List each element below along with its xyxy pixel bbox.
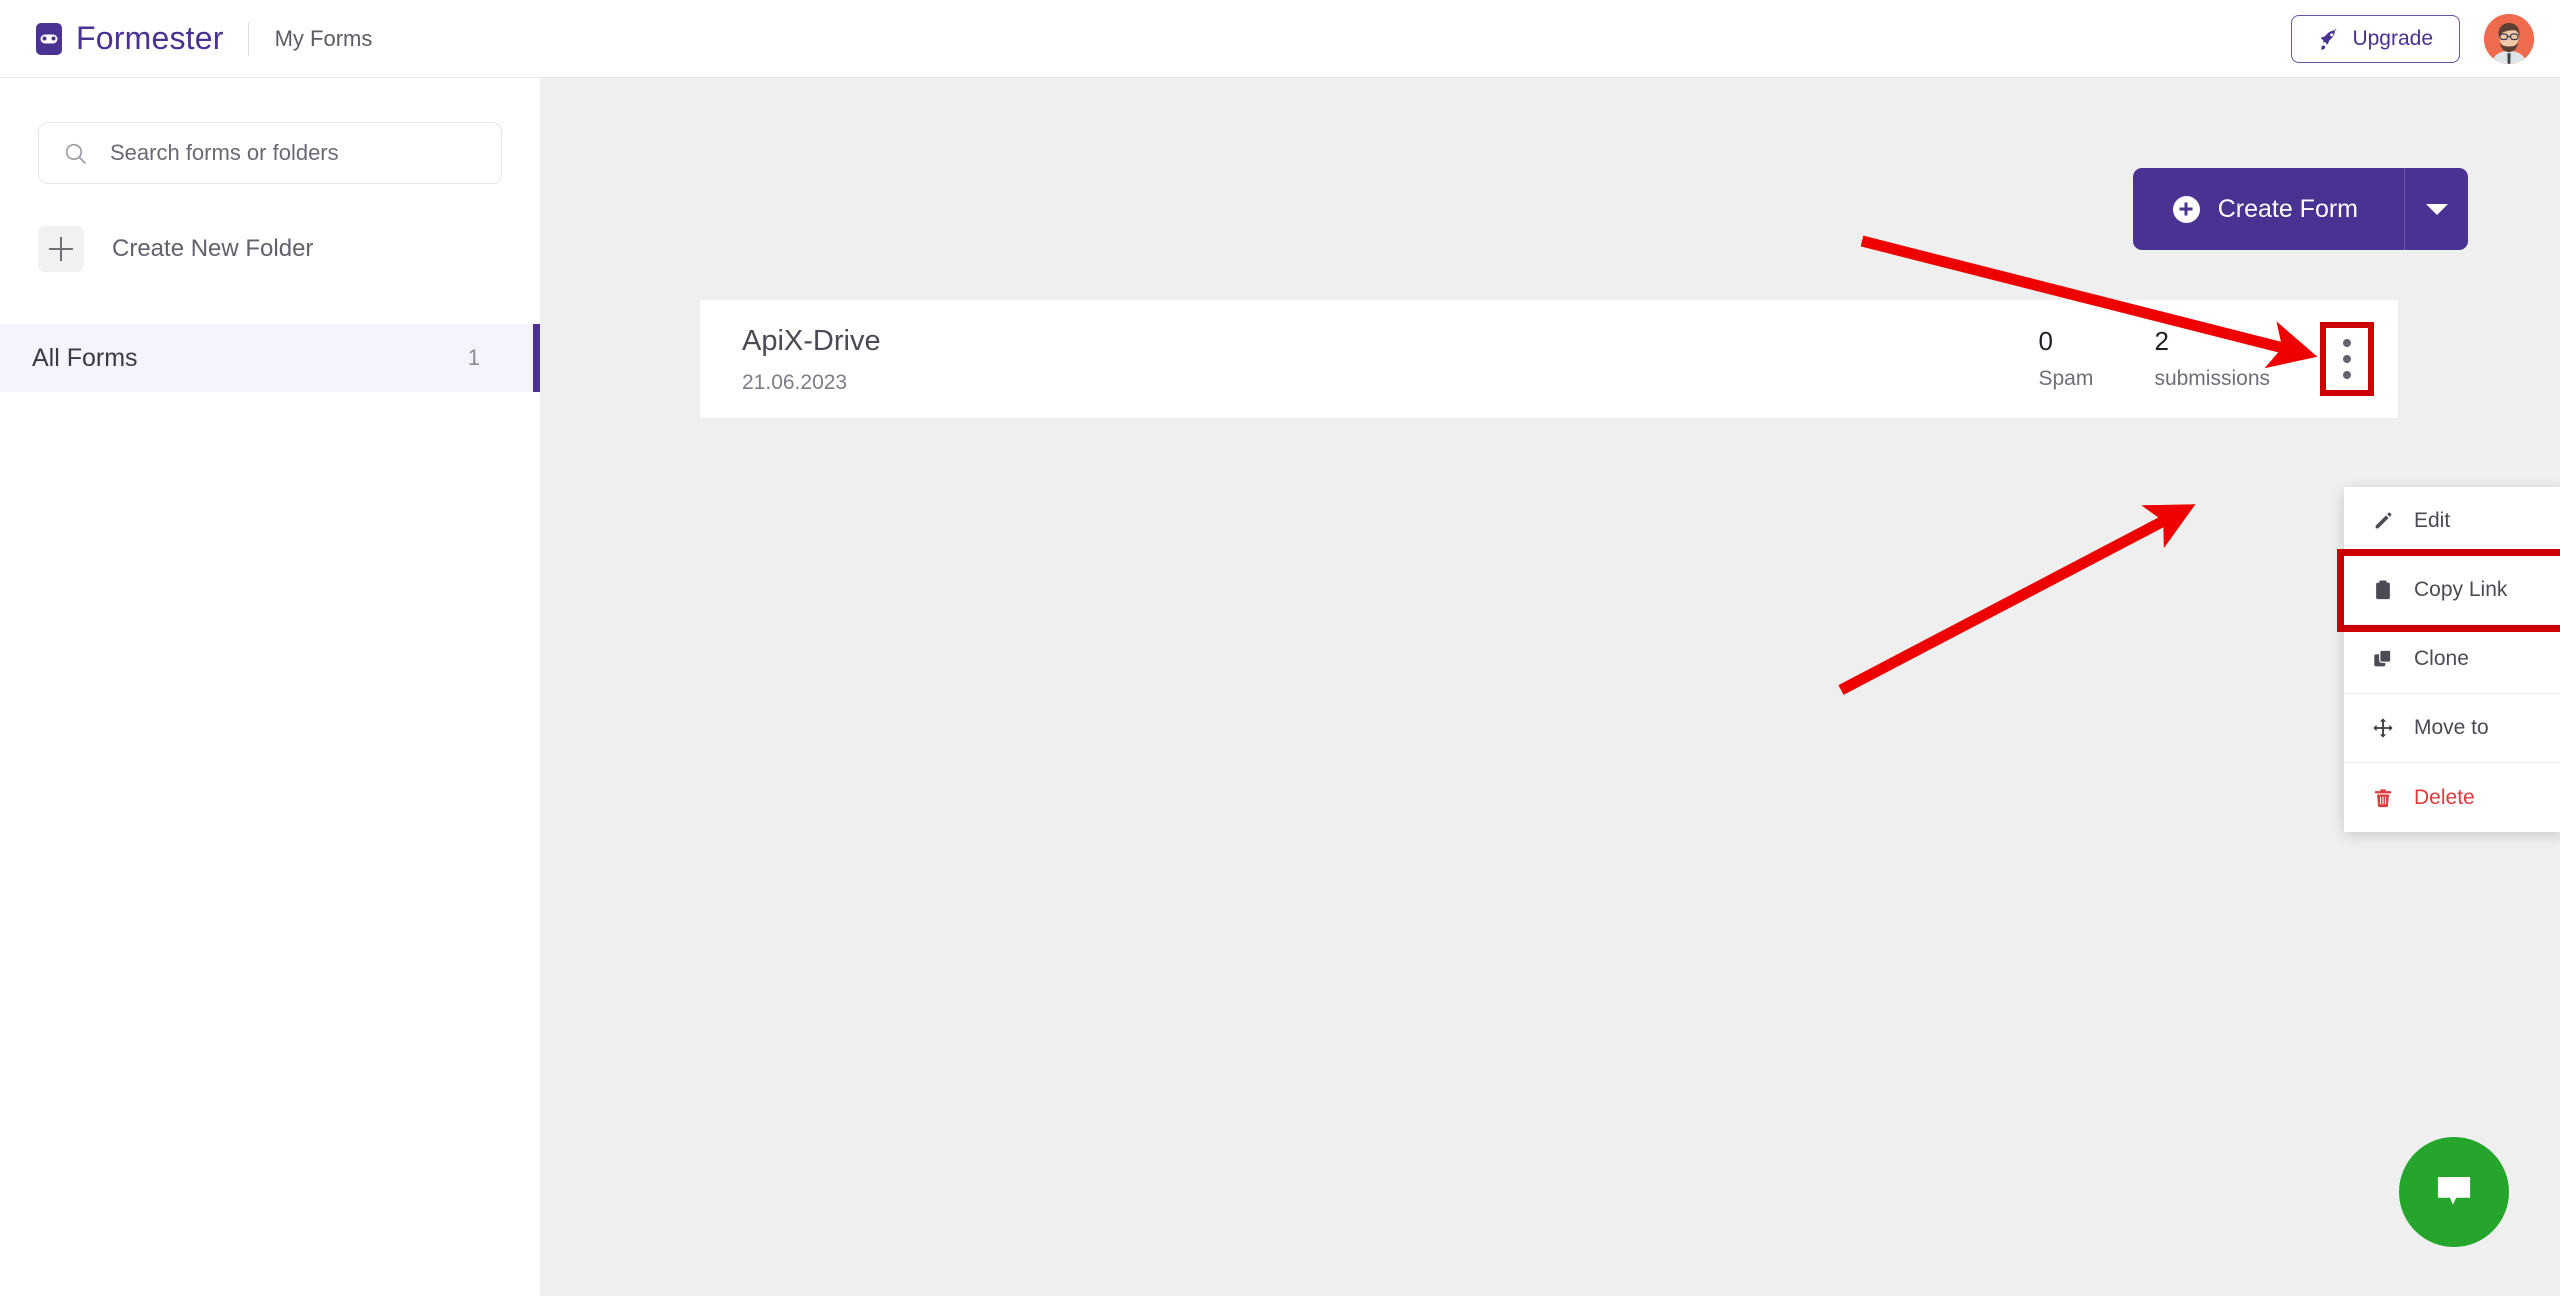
menu-item-label: Clone [2414, 647, 2469, 670]
stat-spam-value: 0 [2038, 325, 2053, 356]
stat-spam-label: Spam [2038, 367, 2094, 391]
menu-item-clone[interactable]: Clone [2344, 625, 2560, 694]
form-card-info: ApiX-Drive 21.06.2023 [742, 323, 881, 395]
menu-item-edit[interactable]: Edit [2344, 487, 2560, 556]
form-stats: 0 Spam 2 submissions [2038, 327, 2270, 392]
form-date: 21.06.2023 [742, 371, 848, 395]
robot-logo-icon [36, 22, 62, 55]
stat-submissions-label: submissions [2154, 367, 2270, 391]
rocket-icon [2318, 28, 2340, 50]
menu-item-delete[interactable]: Delete [2344, 763, 2560, 832]
formester-dashboard: Formester My Forms Upgrade Search forms … [0, 0, 2560, 1296]
create-new-folder-label: Create New Folder [112, 235, 314, 262]
stat-submissions-value: 2 [2154, 325, 2169, 356]
move-icon [2372, 717, 2394, 739]
menu-item-move-to[interactable]: Move to [2344, 694, 2560, 763]
stat-submissions: 2 submissions [2154, 327, 2270, 392]
stat-spam: 0 Spam [2038, 327, 2096, 392]
avatar[interactable] [2484, 14, 2534, 64]
create-form-label: Create Form [2217, 194, 2358, 223]
page-title: My Forms [274, 25, 373, 51]
top-bar: Formester My Forms Upgrade [0, 0, 2560, 78]
form-title: ApiX-Drive [742, 324, 881, 357]
trash-icon [2372, 787, 2394, 809]
sidebar-item-label: All Forms [32, 343, 138, 372]
menu-item-label: Move to [2414, 716, 2489, 739]
kebab-menu-icon[interactable] [2320, 322, 2374, 396]
create-form-dropdown-button[interactable] [2404, 168, 2468, 250]
main-content: Create Form ApiX-Drive 21.06.2023 0 Spam… [540, 78, 2560, 1296]
menu-item-label: Edit [2414, 509, 2451, 532]
create-form-toolbar: Create Form [2132, 168, 2468, 250]
search-icon [63, 141, 88, 166]
sidebar: Create New Folder All Forms 1 [0, 78, 540, 1296]
menu-item-label: Delete [2414, 785, 2475, 809]
brand-name: Formester [76, 20, 224, 56]
search-box[interactable] [38, 122, 502, 184]
plus-circle-icon [2172, 195, 2200, 223]
chevron-down-icon [2425, 203, 2448, 215]
header-divider [247, 21, 249, 56]
brand[interactable]: Formester [36, 20, 224, 57]
sidebar-item-count: 1 [467, 345, 480, 370]
sidebar-item-all-forms[interactable]: All Forms 1 [0, 324, 540, 392]
plus-icon [38, 226, 84, 272]
upgrade-button[interactable]: Upgrade [2291, 15, 2460, 63]
copy-icon [2372, 648, 2394, 670]
chat-bubble-icon [2437, 1177, 2471, 1205]
menu-item-label: Copy Link [2414, 578, 2508, 601]
header-actions: Upgrade [2291, 0, 2534, 78]
create-form-button[interactable]: Create Form [2132, 168, 2404, 250]
search-input[interactable] [110, 140, 490, 166]
create-new-folder-button[interactable]: Create New Folder [38, 226, 540, 272]
form-card[interactable]: ApiX-Drive 21.06.2023 0 Spam 2 submissio… [700, 300, 2398, 418]
chat-widget-button[interactable] [2399, 1137, 2509, 1247]
menu-item-copy-link[interactable]: Copy Link [2337, 549, 2560, 632]
form-context-menu: Edit Copy Link Clone Move to Delete [2337, 487, 2560, 832]
clipboard-icon [2372, 579, 2394, 601]
upgrade-label: Upgrade [2352, 27, 2433, 50]
pencil-icon [2372, 510, 2394, 532]
